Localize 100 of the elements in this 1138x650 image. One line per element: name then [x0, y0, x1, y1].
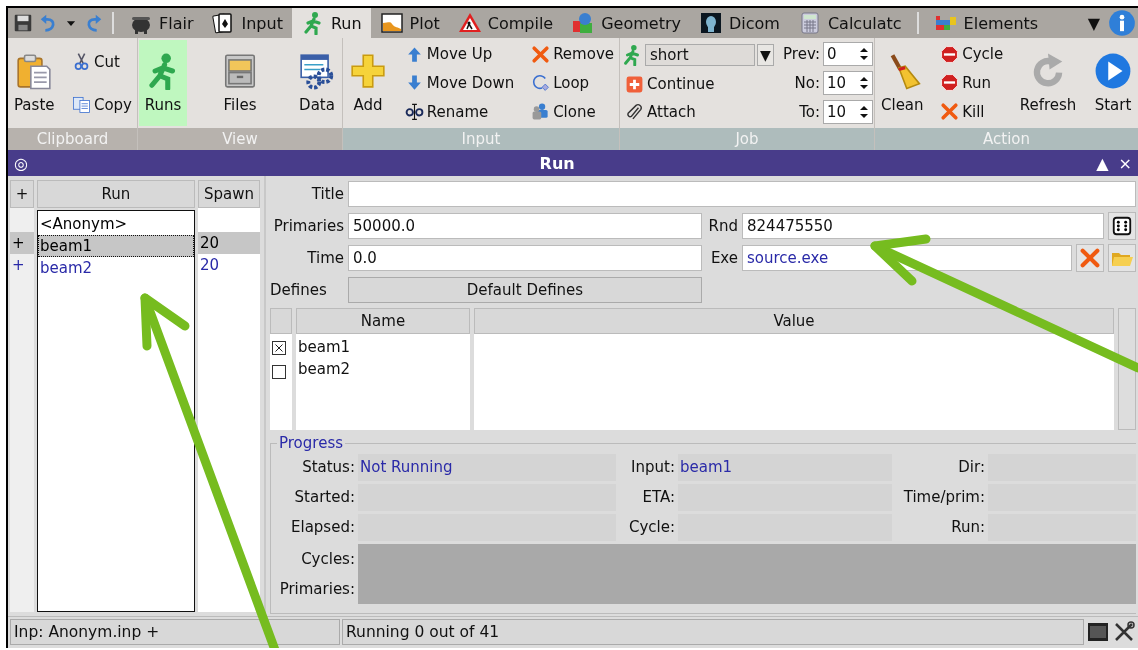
group-label: Action	[875, 128, 1138, 150]
ribbon-button[interactable]: Clone	[527, 102, 600, 122]
random-seed-button[interactable]	[1108, 212, 1136, 240]
ribbon-button[interactable]: Loop	[527, 73, 594, 93]
value-field: beam1	[678, 454, 892, 481]
ribbon-button[interactable]: Cut	[67, 52, 124, 71]
field-label: Rnd	[707, 217, 738, 235]
tab[interactable]: Flair	[120, 8, 203, 38]
ribbon-button[interactable]: Start	[1088, 40, 1137, 126]
group-label: Clipboard	[8, 128, 137, 150]
panel-button[interactable]: ▲	[1096, 153, 1109, 173]
ribbon-button[interactable]: Paste	[9, 40, 60, 126]
cross-icon	[940, 102, 960, 122]
tab-menu-button[interactable]: ▼	[1081, 13, 1106, 33]
field-label: Time/prim:	[902, 487, 985, 508]
field-label: Cycle:	[627, 517, 675, 538]
ribbon-button[interactable]: Move Up	[400, 44, 497, 64]
run-name[interactable]: beam1	[38, 235, 194, 257]
ribbon-button[interactable]: Remove	[527, 44, 618, 64]
chart-icon	[379, 11, 404, 35]
stop-sign-icon	[940, 73, 960, 93]
dice-icon	[1111, 215, 1133, 237]
input-field[interactable]: 824475550	[742, 213, 1104, 239]
ribbon-button[interactable]: Runs	[139, 40, 187, 126]
field-label: Cycles:	[300, 549, 355, 570]
ribbon-button[interactable]: Cycle	[936, 44, 1008, 64]
plus-icon	[349, 52, 387, 90]
tab[interactable]: Elements	[924, 8, 1048, 38]
column-header[interactable]: Value	[474, 308, 1114, 334]
value-field: Not Running	[358, 454, 616, 481]
run-name[interactable]: beam2	[38, 257, 194, 279]
group-label: Input	[343, 128, 619, 150]
field-label: ETA:	[641, 487, 675, 508]
default-defines-button[interactable]: Default Defines	[348, 277, 702, 303]
run-name[interactable]: <Anonym>	[38, 213, 194, 235]
ribbon-button[interactable]: Refresh	[1014, 40, 1082, 126]
ribbon-button[interactable]: Clean	[876, 40, 929, 126]
add-button[interactable]: +	[10, 180, 34, 208]
input-field[interactable]: source.exe	[742, 245, 1072, 271]
copy-icon	[71, 95, 91, 114]
field-label: Started:	[293, 487, 355, 508]
queue-dropdown[interactable]: short	[645, 44, 755, 67]
tab[interactable]: Calculatc	[788, 8, 911, 38]
field-label: No:	[794, 74, 820, 92]
tab[interactable]: Run	[291, 8, 371, 38]
input-field[interactable]: 50000.0	[348, 213, 702, 239]
stop-sign-icon	[940, 44, 960, 64]
tab[interactable]: Geometry	[562, 8, 690, 38]
ribbon-button[interactable]: Continue	[621, 75, 719, 94]
panel-menu-button[interactable]: ◎	[14, 153, 28, 173]
tab[interactable]: Plot	[370, 8, 449, 38]
spin-field[interactable]: 0	[823, 42, 873, 67]
status-text: Inp: Anonym.inp +	[10, 619, 340, 645]
ribbon-button[interactable]: Add	[344, 40, 392, 126]
column-header[interactable]: Run	[37, 180, 195, 208]
info-icon[interactable]	[1108, 9, 1136, 37]
checkbox[interactable]	[272, 341, 286, 355]
spin-field[interactable]: 10	[823, 99, 873, 124]
ribbon-button[interactable]: Run	[936, 73, 995, 93]
field-label: To:	[799, 102, 820, 121]
group-title: Progress	[278, 434, 344, 452]
cross-icon	[531, 44, 551, 64]
panel-button[interactable]: ×	[1118, 153, 1132, 173]
warning-icon	[457, 11, 482, 35]
loop-icon	[531, 73, 551, 93]
ribbon-button[interactable]: Data	[293, 40, 341, 126]
expand-toggle[interactable]: +	[12, 256, 25, 274]
ribbon-button[interactable]: Rename	[400, 102, 493, 122]
ribbon-button[interactable]: Copy	[67, 95, 136, 114]
input-field[interactable]: 0.0	[348, 245, 702, 271]
spawn-count: 20	[200, 234, 220, 252]
check-cross-icon	[273, 342, 285, 354]
checkbox[interactable]	[272, 365, 286, 379]
group-label: View	[138, 128, 342, 150]
field-label: Time	[306, 249, 344, 267]
scrollbar[interactable]	[1118, 308, 1136, 430]
ribbon-button[interactable]: Files	[216, 40, 264, 126]
field-label: Primaries:	[278, 579, 355, 600]
tab[interactable]: Compile	[448, 8, 563, 38]
gears-icon	[298, 52, 336, 90]
group-label: Job	[620, 128, 874, 150]
ribbon-button[interactable]: Move Down	[400, 73, 519, 93]
plus-icon	[625, 75, 644, 94]
tab[interactable]: Dicom	[690, 8, 789, 38]
spawn-count: 20	[200, 256, 220, 274]
column-header[interactable]: Spawn	[198, 180, 260, 208]
clone-icon	[531, 102, 551, 122]
ribbon-button[interactable]: Attach	[621, 102, 700, 122]
input-field[interactable]	[348, 181, 1136, 207]
spin-field[interactable]: 10	[823, 71, 873, 95]
terminal-icon[interactable]	[1086, 620, 1110, 644]
column-header[interactable]: Name	[296, 308, 470, 334]
tab[interactable]: Input	[202, 8, 292, 38]
field-label: Primaries	[272, 217, 344, 235]
paperclip-icon	[625, 102, 644, 122]
dropdown-button[interactable]: ▼	[757, 44, 774, 67]
save-icon[interactable]	[12, 12, 34, 34]
field-label: Defines	[270, 281, 328, 299]
ribbon-button[interactable]: Kill	[936, 102, 989, 122]
panel-title: Run	[538, 153, 576, 173]
